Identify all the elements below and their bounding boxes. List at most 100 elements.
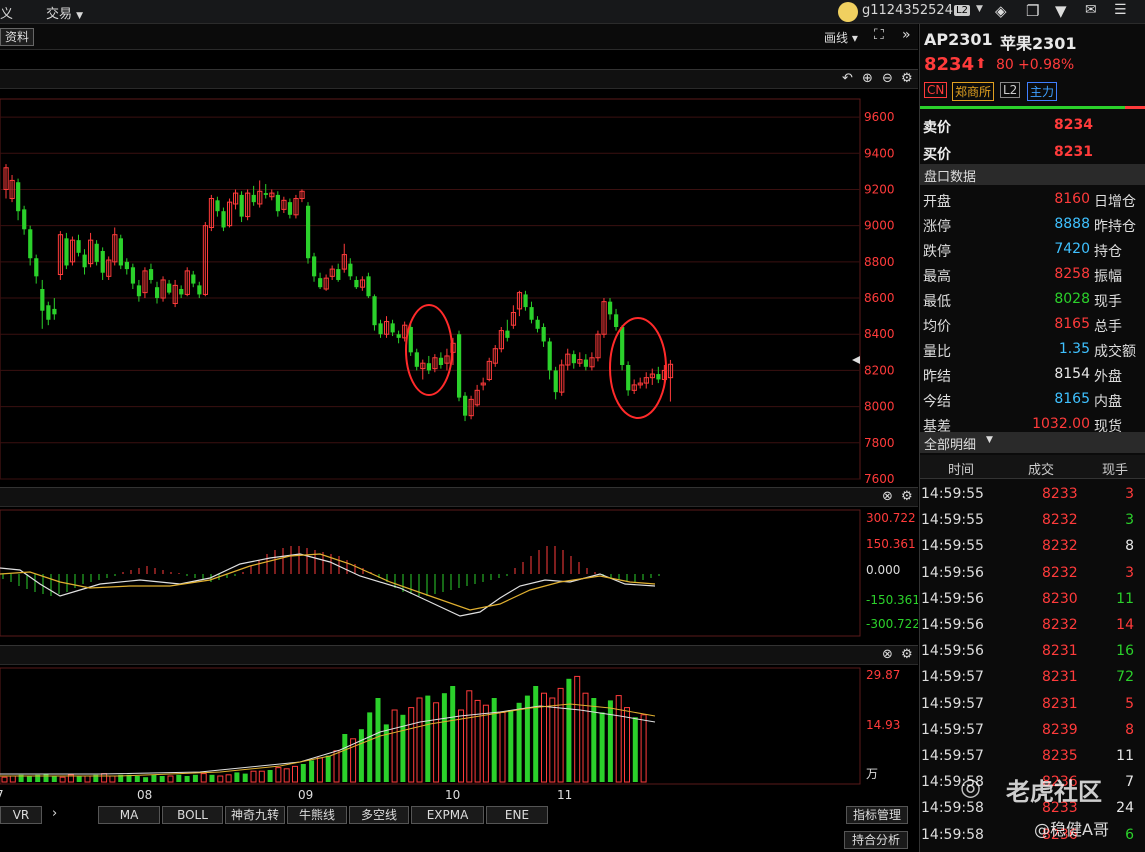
undo-icon[interactable]: ↶ bbox=[842, 71, 853, 86]
quote-row: 昨结 8154 外盘 bbox=[920, 362, 1145, 387]
macd-tick: -300.722 bbox=[866, 617, 918, 631]
tick-volume: 72 bbox=[1116, 669, 1134, 686]
candlestick-chart[interactable]: 9600 9400 9200 9000 8800 8600 8400 8200 8000 7800… bbox=[0, 90, 918, 485]
candle-body bbox=[155, 287, 160, 299]
candle-body bbox=[275, 194, 280, 212]
volume-bar bbox=[109, 775, 116, 783]
price-tick: 9400 bbox=[864, 146, 895, 160]
tick-volume: 7 bbox=[1125, 774, 1134, 791]
indicator-vr[interactable]: VR bbox=[0, 806, 42, 824]
menu-icon[interactable]: ☰ bbox=[1114, 2, 1127, 18]
volume-bar bbox=[234, 772, 240, 782]
quote-right-label: 内盘 bbox=[1094, 394, 1122, 410]
annotation-circle-1 bbox=[405, 304, 453, 396]
quote-right-label: 昨持仓 bbox=[1094, 219, 1136, 235]
position-analysis-button[interactable]: 持合分析 bbox=[844, 831, 908, 849]
volume-bar bbox=[258, 770, 265, 783]
month-label: 09 bbox=[298, 788, 313, 802]
candle-body bbox=[94, 243, 99, 262]
quote-right-label: 外盘 bbox=[1094, 369, 1122, 385]
volume-bar bbox=[250, 770, 257, 783]
indicator-tab[interactable]: 多空线 bbox=[349, 806, 409, 824]
volume-bar bbox=[225, 774, 232, 783]
price-change-pct: +0.98% bbox=[1018, 57, 1075, 73]
macd-chart: 300.722 150.361 0.000 -150.361 -300.722 bbox=[0, 509, 918, 637]
next-arrow-icon[interactable]: › bbox=[52, 806, 57, 821]
quote-label: 昨结 bbox=[923, 369, 951, 385]
volume-bar bbox=[375, 698, 381, 782]
collapse-icon[interactable]: » bbox=[902, 27, 911, 43]
volume-bar bbox=[408, 707, 415, 783]
volume-bar bbox=[557, 687, 564, 783]
tick-time: 14:59:58 bbox=[921, 826, 984, 843]
fullscreen-icon[interactable]: ⛶ bbox=[874, 27, 884, 43]
indicator-manage-button[interactable]: 指标管理 bbox=[846, 806, 908, 824]
candle-body bbox=[64, 238, 69, 266]
chart-frame bbox=[0, 98, 861, 480]
volume-bar bbox=[300, 764, 306, 782]
volume-bar bbox=[549, 697, 556, 783]
bid-ask-ratio-bar-red bbox=[1125, 106, 1145, 109]
detail-header[interactable]: 全部明细 ▼ bbox=[920, 432, 1145, 453]
candle-body bbox=[396, 334, 401, 338]
candle-body bbox=[553, 370, 558, 393]
candle-body bbox=[336, 269, 341, 280]
shirt-icon[interactable]: ▼ bbox=[1055, 2, 1067, 20]
tick-price: 8233 bbox=[1042, 486, 1078, 502]
indicator-tab[interactable]: BOLL bbox=[162, 806, 223, 824]
tick-price: 8232 bbox=[1042, 538, 1078, 555]
tick-volume: 11 bbox=[1116, 590, 1134, 607]
indicator-tab[interactable]: MA bbox=[98, 806, 160, 824]
tick-volume: 6 bbox=[1125, 826, 1134, 843]
macd-tick: 300.722 bbox=[866, 511, 916, 525]
bid-row: 买价 8231 bbox=[920, 140, 1145, 165]
volume-bar bbox=[466, 690, 473, 783]
quote-label: 开盘 bbox=[923, 194, 951, 210]
volume-bar bbox=[640, 714, 647, 783]
close-icon[interactable]: ⊗ bbox=[882, 489, 893, 504]
volume-bar bbox=[342, 734, 348, 782]
avatar[interactable] bbox=[838, 2, 858, 22]
gear-icon[interactable]: ⚙ bbox=[901, 489, 913, 504]
indicator-tab[interactable]: 神奇九转 bbox=[225, 806, 285, 824]
username[interactable]: g1124352524 bbox=[862, 3, 953, 18]
mail-icon[interactable]: ✉ bbox=[1085, 2, 1097, 18]
draw-line-button[interactable]: 画线 ▾ bbox=[824, 29, 858, 46]
zoom-in-icon[interactable]: ⊕ bbox=[862, 71, 873, 86]
contract-name: 苹果2301 bbox=[1000, 34, 1077, 53]
macd-tick: -150.361 bbox=[866, 593, 918, 607]
volume-bar bbox=[425, 695, 431, 782]
window-icon[interactable]: ❐ bbox=[1026, 2, 1039, 20]
volume-bar bbox=[200, 773, 207, 783]
menu-item-trade[interactable]: 交易 ▼ bbox=[46, 3, 83, 22]
info-tab[interactable]: 资料 bbox=[0, 28, 35, 46]
menu-item-partial[interactable]: 义 bbox=[0, 3, 13, 22]
candle-body bbox=[583, 359, 589, 367]
volume-bar bbox=[333, 750, 340, 783]
chevron-down-icon[interactable]: ▼ bbox=[976, 4, 983, 14]
tick-row: 14:59:57 8235 11 bbox=[920, 744, 1145, 768]
layers-icon[interactable]: ◈ bbox=[995, 2, 1007, 20]
indicator-tab[interactable]: ENE bbox=[486, 806, 548, 824]
tick-volume: 14 bbox=[1116, 617, 1134, 633]
tick-row: 14:59:55 8233 3 bbox=[920, 482, 1145, 506]
close-icon[interactable]: ⊗ bbox=[882, 647, 893, 662]
quote-row: 开盘 8160 日增仓 bbox=[920, 187, 1145, 212]
tick-row: 14:59:56 8230 11 bbox=[920, 587, 1145, 611]
quote-value: 7420 bbox=[1054, 241, 1090, 257]
indicator-tab[interactable]: EXPMA bbox=[411, 806, 484, 824]
volume-bar bbox=[325, 755, 331, 782]
quote-right-label: 日增仓 bbox=[1094, 194, 1136, 210]
candle-body bbox=[100, 251, 105, 273]
quote-value: 1032.00 bbox=[1032, 416, 1090, 432]
candle-body bbox=[541, 327, 546, 342]
zoom-out-icon[interactable]: ⊖ bbox=[882, 71, 893, 86]
bid-ask-ratio-bar bbox=[920, 106, 1125, 109]
volume-bar bbox=[458, 709, 464, 783]
gear-icon[interactable]: ⚙ bbox=[901, 647, 913, 662]
volume-bar bbox=[482, 704, 489, 783]
price-tick: 9600 bbox=[864, 110, 895, 124]
price-change: 80 bbox=[996, 57, 1014, 73]
indicator-tab[interactable]: 牛熊线 bbox=[287, 806, 347, 824]
gear-icon[interactable]: ⚙ bbox=[901, 71, 913, 86]
